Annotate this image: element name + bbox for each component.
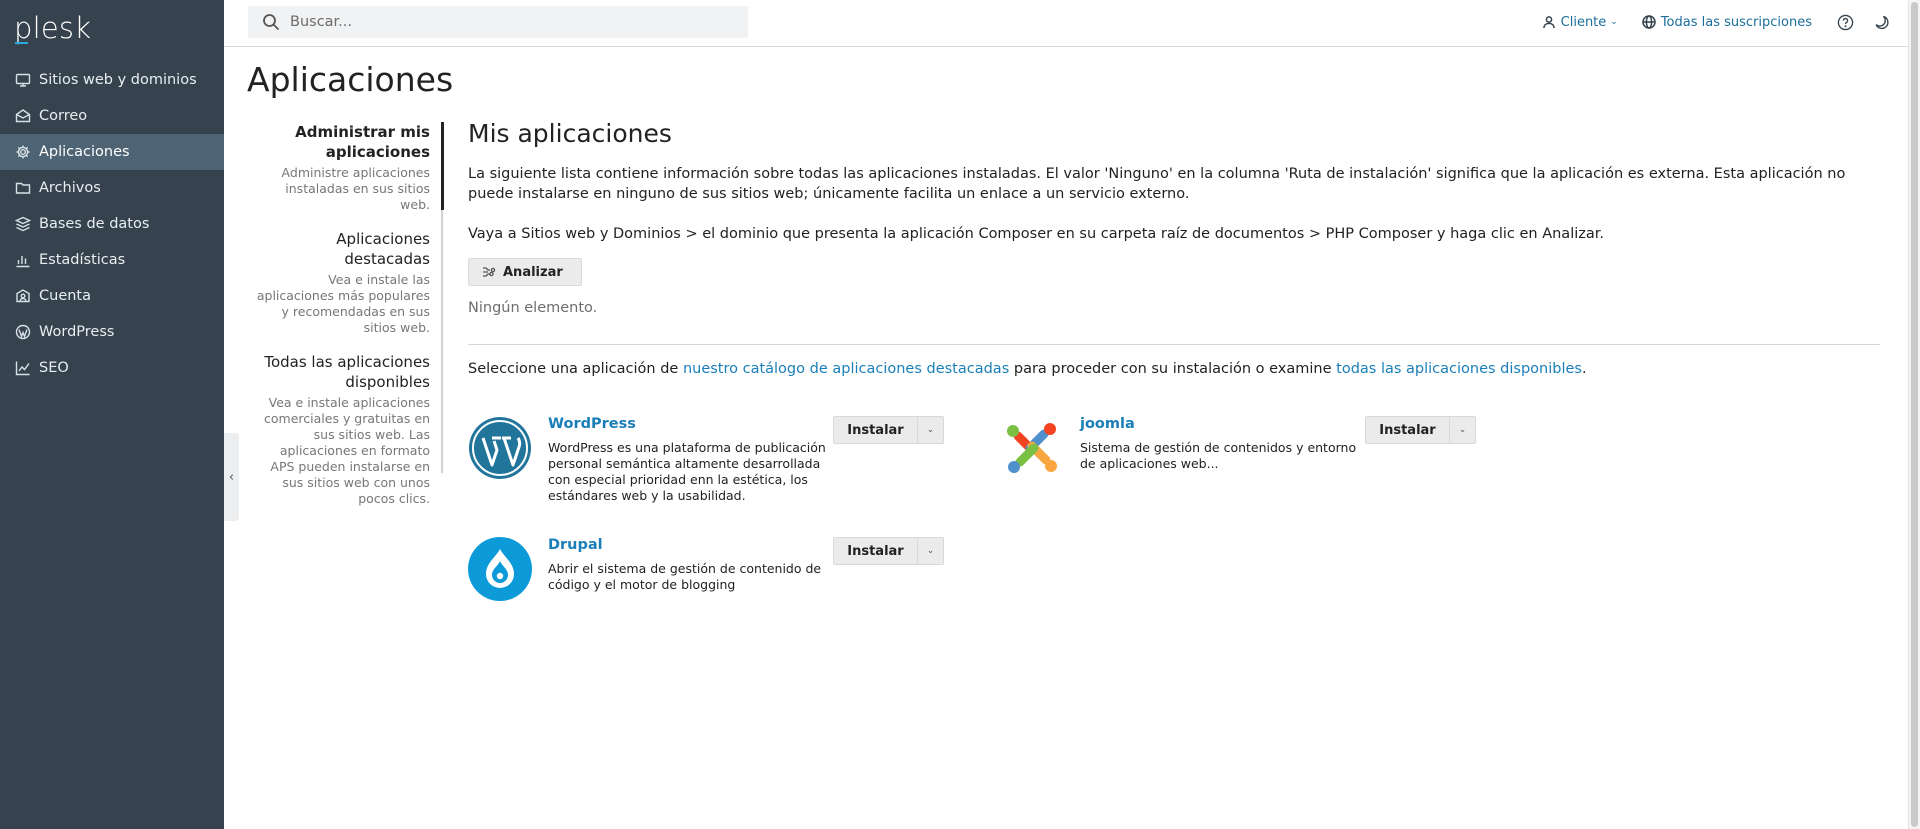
bar-chart-icon — [15, 252, 31, 268]
install-button[interactable]: Instalar — [833, 416, 917, 444]
wordpress-logo-icon — [469, 417, 531, 479]
analyze-button[interactable]: Analizar — [468, 258, 582, 286]
chevron-down-icon: ⌄ — [926, 546, 935, 556]
chevron-left-icon: ‹ — [228, 469, 235, 485]
globe-icon — [1642, 15, 1656, 29]
analyze-icon — [483, 267, 496, 277]
sidebar-item-label: Sitios web y dominios — [39, 72, 197, 88]
subnav-item-featured-apps[interactable]: Aplicaciones destacadas Vea e instale la… — [256, 229, 442, 336]
top-header: Cliente ⌄ Todas las suscripciones — [224, 0, 1908, 47]
subscriptions-label: Todas las suscripciones — [1660, 14, 1812, 30]
sidebar-item-label: SEO — [39, 360, 69, 376]
install-button[interactable]: Instalar — [833, 537, 917, 565]
chevron-down-icon: ⌄ — [1610, 17, 1618, 27]
wordpress-icon — [15, 324, 31, 340]
catalog-prefix: Seleccione una aplicación de — [468, 361, 683, 377]
sidebar-item-files[interactable]: Archivos — [0, 170, 224, 206]
chevron-down-icon: ⌄ — [1458, 425, 1467, 435]
sidebar-item-mail[interactable]: Correo — [0, 98, 224, 134]
subscriptions-selector[interactable]: Todas las suscripciones — [1642, 15, 1812, 30]
install-options-button[interactable]: ⌄ — [1449, 416, 1476, 444]
search-icon — [263, 14, 280, 31]
app-description: Sistema de gestión de contenidos y entor… — [1080, 440, 1357, 471]
subnav-item-desc: Vea e instale las aplicaciones más popul… — [256, 272, 430, 335]
drupal-logo-icon — [468, 537, 532, 601]
app-description: WordPress es una plataforma de publicaci… — [548, 440, 826, 503]
page-title: Aplicaciones — [247, 60, 454, 99]
subnav: Administrar mis aplicaciones Administre … — [256, 122, 442, 523]
subnav-item-desc: Administre aplicaciones instaladas en su… — [281, 165, 430, 212]
account-icon — [15, 288, 31, 304]
scrollbar-thumb[interactable] — [1911, 2, 1918, 827]
analyze-label: Analizar — [503, 264, 563, 280]
section-divider — [468, 344, 1880, 345]
install-button[interactable]: Instalar — [1365, 416, 1449, 444]
mail-icon — [15, 108, 31, 124]
app-name[interactable]: WordPress — [548, 416, 636, 432]
app-description: Abrir el sistema de gestión de contenido… — [548, 561, 822, 592]
install-button-group: Instalar ⌄ — [833, 416, 944, 444]
sidebar-item-applications[interactable]: Aplicaciones — [0, 134, 224, 170]
search-input[interactable] — [290, 14, 730, 30]
sidebar-item-label: Correo — [39, 108, 88, 124]
install-button-group: Instalar ⌄ — [1365, 416, 1476, 444]
logo-underline — [15, 42, 28, 44]
sidebar-item-databases[interactable]: Bases de datos — [0, 206, 224, 242]
sidebar-item-label: Archivos — [39, 180, 101, 196]
install-options-button[interactable]: ⌄ — [917, 537, 944, 565]
sidebar-item-seo[interactable]: SEO — [0, 350, 224, 386]
dark-mode-icon[interactable] — [1872, 13, 1890, 31]
subnav-item-title[interactable]: Todas las aplicaciones disponibles — [256, 352, 430, 392]
seo-chart-icon — [15, 360, 31, 376]
sidebar-item-label: Bases de datos — [39, 216, 150, 232]
vertical-scrollbar[interactable] — [1908, 0, 1920, 829]
install-button-group: Instalar ⌄ — [833, 537, 944, 565]
sidebar-item-label: Estadísticas — [39, 252, 126, 268]
subnav-item-desc: Vea e instale aplicaciones comerciales y… — [264, 395, 430, 506]
empty-list-message: Ningún elemento. — [468, 300, 598, 316]
search-box[interactable] — [248, 6, 748, 38]
sidebar: plesk Sitios web y dominios Correo Aplic… — [0, 0, 224, 829]
sidebar-nav: Sitios web y dominios Correo Aplicacione… — [0, 62, 224, 386]
install-options-button[interactable]: ⌄ — [917, 416, 944, 444]
sidebar-item-statistics[interactable]: Estadísticas — [0, 242, 224, 278]
subnav-item-all-apps[interactable]: Todas las aplicaciones disponibles Vea e… — [256, 352, 442, 507]
folder-icon — [15, 180, 31, 196]
section-title: Mis aplicaciones — [468, 119, 672, 148]
monitor-icon — [15, 72, 31, 88]
catalog-suffix: . — [1581, 361, 1587, 377]
main-content: Mis aplicaciones La siguiente lista cont… — [468, 118, 1880, 377]
sidebar-item-websites[interactable]: Sitios web y dominios — [0, 62, 224, 98]
subnav-item-title[interactable]: Administrar mis aplicaciones — [256, 122, 430, 162]
sidebar-item-label: WordPress — [39, 324, 115, 340]
app-name[interactable]: joomla — [1080, 416, 1135, 432]
database-icon — [15, 216, 31, 232]
gear-icon — [15, 144, 31, 160]
user-icon — [1542, 16, 1555, 29]
help-icon[interactable] — [1836, 13, 1854, 31]
subnav-item-manage-apps[interactable]: Administrar mis aplicaciones Administre … — [256, 122, 442, 213]
instructions-paragraph: Vaya a Sitios web y Dominios > el domini… — [468, 226, 1604, 242]
collapse-sidebar-button[interactable]: ‹ — [224, 433, 239, 521]
header-actions: Cliente ⌄ Todas las suscripciones — [1542, 0, 1908, 44]
info-paragraph: La siguiente lista contiene información … — [468, 166, 1846, 202]
sidebar-item-label: Aplicaciones — [39, 144, 130, 160]
app-name[interactable]: Drupal — [548, 537, 603, 553]
user-menu[interactable]: Cliente ⌄ — [1542, 15, 1618, 30]
sidebar-item-label: Cuenta — [39, 288, 91, 304]
sidebar-item-account[interactable]: Cuenta — [0, 278, 224, 314]
sidebar-item-wordpress[interactable]: WordPress — [0, 314, 224, 350]
chevron-down-icon: ⌄ — [926, 425, 935, 435]
user-label: Cliente — [1560, 14, 1607, 30]
featured-catalog-link[interactable]: nuestro catálogo de aplicaciones destaca… — [683, 361, 1009, 377]
subnav-item-title[interactable]: Aplicaciones destacadas — [256, 229, 430, 269]
all-apps-link[interactable]: todas las aplicaciones disponibles — [1336, 361, 1582, 377]
plesk-logo[interactable]: plesk — [14, 10, 91, 46]
joomla-logo-icon — [1007, 423, 1057, 473]
catalog-sentence: Seleccione una aplicación de nuestro cat… — [468, 361, 1880, 377]
catalog-middle: para proceder con su instalación o exami… — [1009, 361, 1337, 377]
